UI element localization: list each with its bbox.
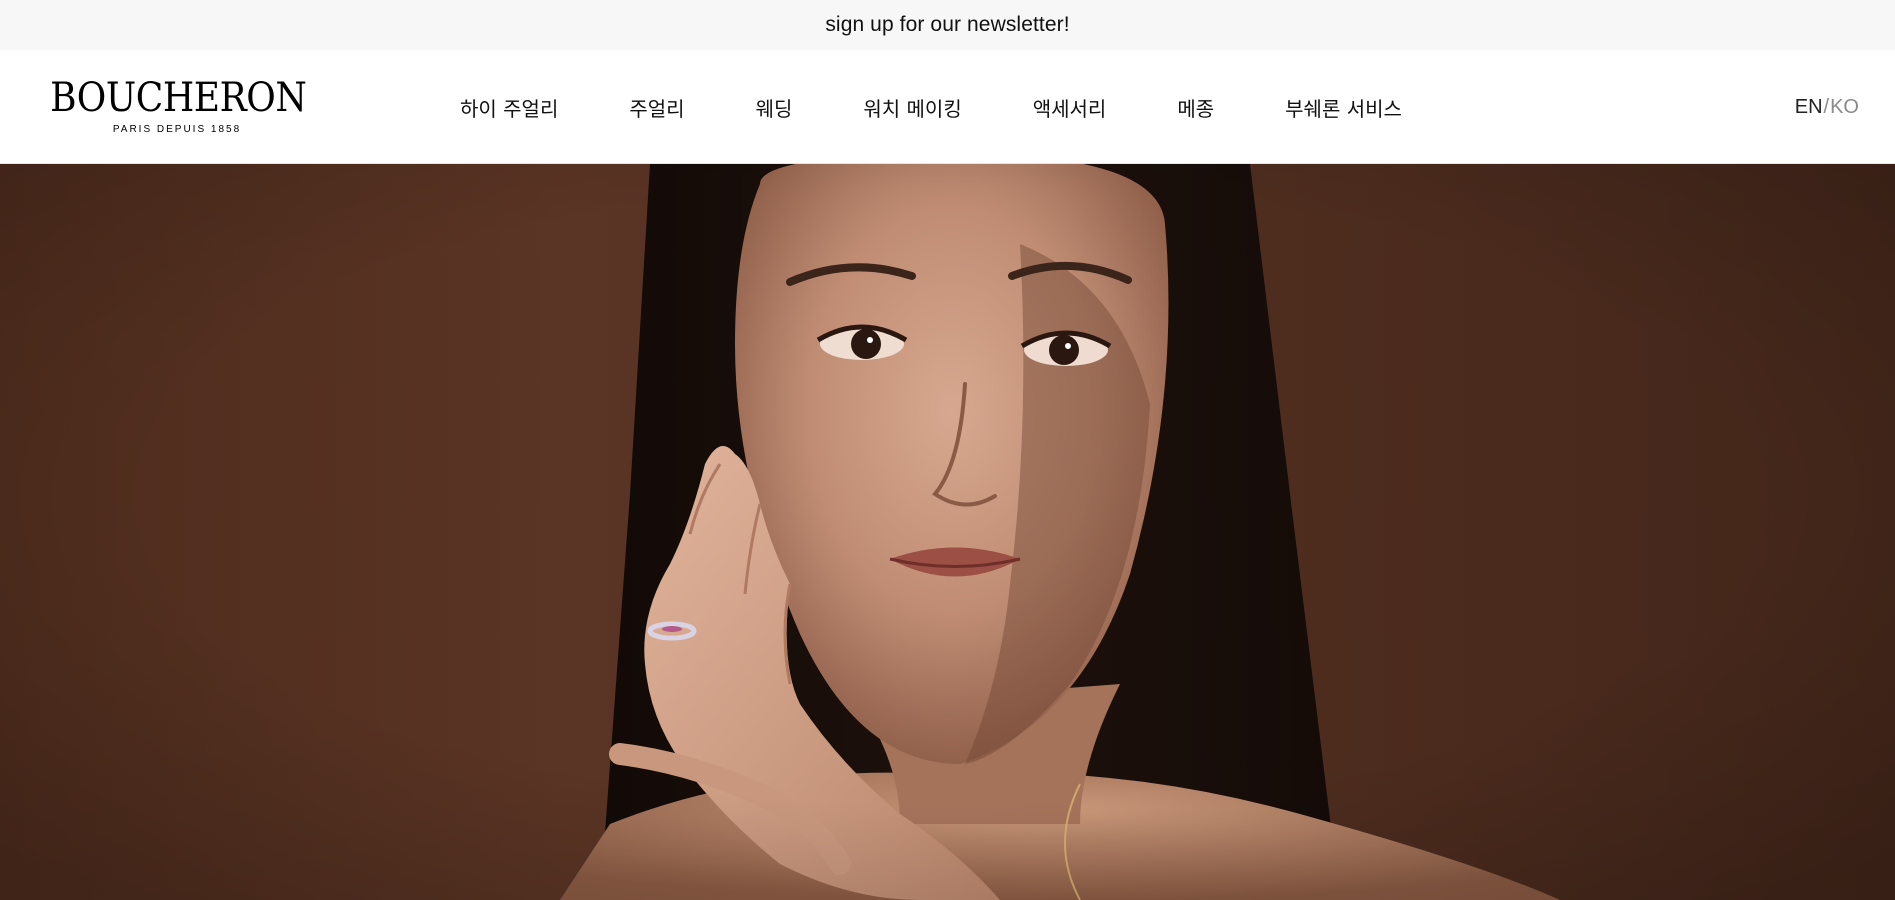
nav-item-services[interactable]: 부쉐론 서비스 <box>1285 93 1402 122</box>
logo-tagline: PARIS DEPUIS 1858 <box>112 124 242 135</box>
nav-item-wedding[interactable]: 웨딩 <box>756 93 793 122</box>
language-en-link[interactable]: EN <box>1795 96 1823 119</box>
nav-item-watchmaking[interactable]: 워치 메이킹 <box>863 93 961 122</box>
nav-item-accessories[interactable]: 액세서리 <box>1033 93 1107 122</box>
nav-item-high-jewelry[interactable]: 하이 주얼리 <box>460 93 558 122</box>
logo-wordmark: BOUCHERON <box>50 75 307 121</box>
hero-banner[interactable] <box>0 164 1895 900</box>
language-switcher: EN / KO <box>1795 50 1859 164</box>
language-ko-link[interactable]: KO <box>1830 96 1859 119</box>
site-header: BOUCHERON PARIS DEPUIS 1858 하이 주얼리 주얼리 웨… <box>0 50 1895 164</box>
promo-bar: sign up for our newsletter! <box>0 0 1895 50</box>
newsletter-signup-link[interactable]: sign up for our newsletter! <box>825 13 1069 37</box>
boucheron-logo[interactable]: BOUCHERON PARIS DEPUIS 1858 <box>36 78 318 136</box>
nav-item-jewelry[interactable]: 주얼리 <box>629 93 684 122</box>
nav-item-maison[interactable]: 메종 <box>1177 93 1214 122</box>
hero-image <box>0 164 1895 900</box>
main-navigation: 하이 주얼리 주얼리 웨딩 워치 메이킹 액세서리 메종 부쉐론 서비스 <box>460 50 1402 164</box>
language-separator: / <box>1823 95 1830 118</box>
